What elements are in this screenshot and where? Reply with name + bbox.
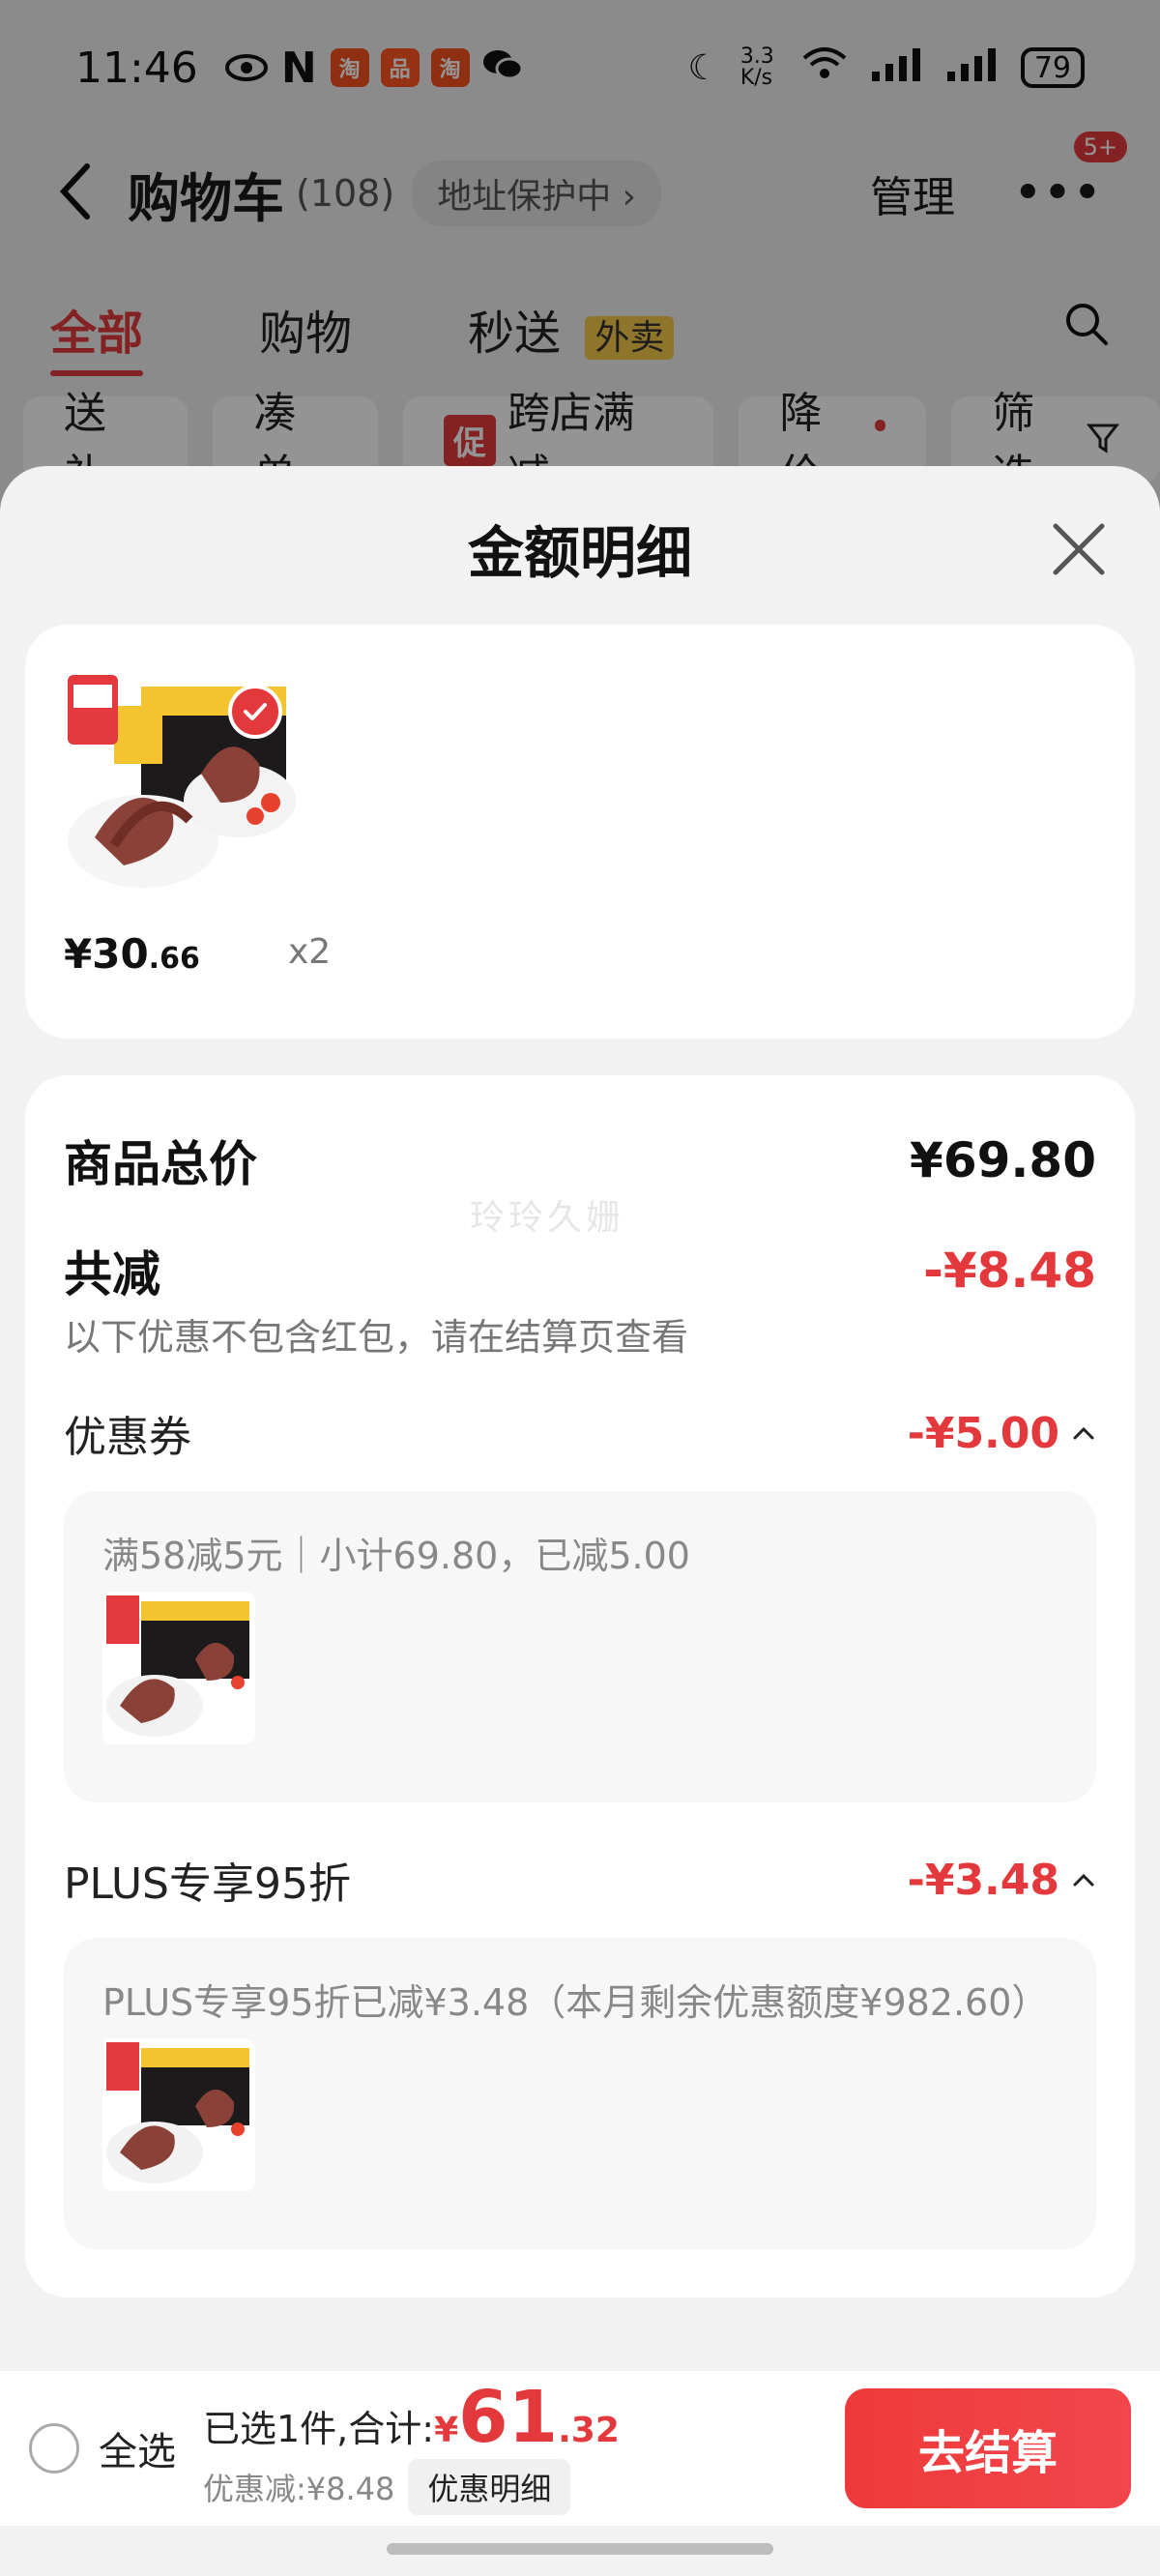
chevron-up-icon[interactable] [1071, 1867, 1096, 1892]
close-icon[interactable] [1048, 518, 1110, 580]
selected-check-icon [228, 685, 282, 739]
chevron-up-icon[interactable] [1071, 1420, 1096, 1446]
sheet-header: 金额明细 [0, 466, 1160, 630]
summary-block: 已选1件,合计: ¥ 61 .32 优惠减:¥8.48 优惠明细 [203, 2382, 620, 2515]
checkout-button[interactable]: 去结算 [845, 2388, 1131, 2508]
summary-total-decimal: .32 [558, 2411, 620, 2450]
reduced-label: 共减 [64, 1246, 160, 1303]
coupon-row[interactable]: 优惠券 -¥5.00 [64, 1402, 1096, 1464]
total-row: 商品总价 ¥69.80 [64, 1126, 1096, 1195]
watermark: 玲玲久姗 [470, 1198, 625, 1238]
discount-line: 优惠减:¥8.48 优惠明细 [203, 2459, 620, 2515]
amount-breakdown-card: 商品总价 ¥69.80 玲玲久姗 共减 -¥8.48 以下优惠不包含红包，请在结… [25, 1075, 1135, 2298]
coupon-value: -¥5.00 [907, 1408, 1059, 1458]
coupon-value-wrap: -¥5.00 [908, 1409, 1096, 1458]
total-value: ¥69.80 [910, 1132, 1096, 1188]
home-indicator[interactable] [387, 2543, 773, 2555]
coupon-label: 优惠券 [64, 1413, 191, 1462]
product-thumbnail [102, 1592, 255, 1744]
modal-overlay[interactable] [0, 0, 1160, 503]
total-label: 商品总价 [64, 1136, 257, 1192]
reduced-note: 以下优惠不包含红包，请在结算页查看 [64, 1316, 689, 1359]
plus-detail-text: PLUS专享95折已减¥3.48（本月剩余优惠额度¥982.60） [102, 1981, 1049, 2024]
coupon-detail-text: 满58减5元｜小计69.80，已减5.00 [102, 1535, 690, 1577]
summary-total-integer: 61 [458, 2376, 559, 2459]
summary-line: 已选1件,合计: ¥ 61 .32 [203, 2382, 620, 2453]
plus-detail-box: PLUS专享95折已减¥3.48（本月剩余优惠额度¥982.60） [64, 1938, 1096, 2249]
plus-value: -¥3.48 [907, 1855, 1059, 1905]
plus-row[interactable]: PLUS专享95折 -¥3.48 [64, 1849, 1096, 1911]
reduced-row: 共减 -¥8.48 [64, 1236, 1096, 1305]
discount-text: 优惠减:¥8.48 [203, 2471, 395, 2507]
plus-value-wrap: -¥3.48 [908, 1856, 1096, 1905]
selected-product-card: ¥30 .66 x2 [25, 625, 1135, 1039]
checkout-bar: 全选 已选1件,合计: ¥ 61 .32 优惠减:¥8.48 优惠明细 去结算 [0, 2371, 1160, 2526]
coupon-detail-box: 满58减5元｜小计69.80，已减5.00 [64, 1491, 1096, 1802]
product-price-integer: ¥30 [64, 930, 149, 978]
amount-detail-sheet: 金额明细 ¥30 .66 x2 商品总价 ¥69.80 玲玲久姗 共减 -¥8.… [0, 466, 1160, 2576]
select-all-label[interactable]: 全选 [99, 2420, 176, 2476]
summary-yen: ¥ [434, 2411, 459, 2450]
discount-detail-button[interactable]: 优惠明细 [408, 2459, 571, 2515]
select-all-radio[interactable] [29, 2423, 79, 2474]
reduced-value: -¥8.48 [923, 1243, 1096, 1299]
sheet-title: 金额明细 [467, 520, 692, 586]
product-quantity: x2 [288, 932, 332, 972]
product-price-decimal: .66 [148, 942, 200, 976]
product-price: ¥30 .66 [64, 930, 200, 978]
plus-label: PLUS专享95折 [64, 1859, 351, 1909]
summary-label: 已选1件,合计: [203, 2408, 435, 2450]
product-thumbnail [102, 2038, 255, 2191]
